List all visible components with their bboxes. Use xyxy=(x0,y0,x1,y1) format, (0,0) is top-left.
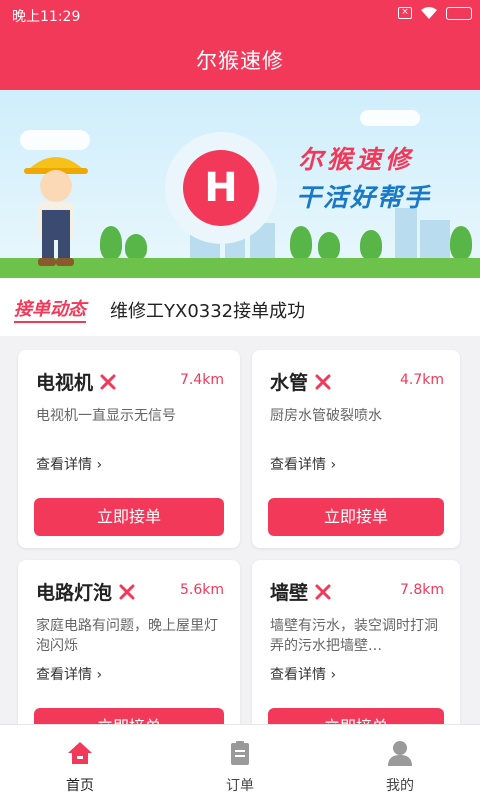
card-distance: 7.8km xyxy=(399,582,444,598)
order-card[interactable]: 电路灯泡 5.6km 家庭电路有问题，晚上屋里灯泡闪烁 查看详情 › 立即接单 xyxy=(18,560,240,724)
order-card[interactable]: 墙壁 7.8km 墙壁有污水，装空调时打洞弄的污水把墙壁… 查看详情 › 立即接… xyxy=(252,560,460,724)
card-title: 水管 xyxy=(270,372,309,394)
order-card[interactable]: 电视机 7.4km 电视机一直显示无信号 查看详情 › 立即接单 xyxy=(18,350,240,548)
card-description: 墙壁有污水，装空调时打洞弄的污水把墙壁… xyxy=(270,618,438,654)
tools-icon xyxy=(315,584,331,599)
accept-order-button[interactable]: 立即接单 xyxy=(34,708,224,724)
card-distance: 7.4km xyxy=(179,372,224,388)
banner-brand-text: 尔猴速修 xyxy=(298,145,415,174)
card-distance: 4.7km xyxy=(399,372,444,388)
home-icon xyxy=(68,742,92,764)
logo-icon: H xyxy=(183,150,259,226)
tools-icon xyxy=(100,374,116,389)
promo-banner[interactable]: H 尔猴速修 干活好帮手 xyxy=(0,90,480,278)
worker-illustration xyxy=(24,157,88,266)
order-card-list[interactable]: 电视机 7.4km 电视机一直显示无信号 查看详情 › 立即接单 水管 4.7k… xyxy=(0,336,480,724)
tab-orders[interactable]: 订单 xyxy=(160,725,320,800)
sim-error-icon: × xyxy=(398,7,412,19)
card-description: 厨房水管破裂喷水 xyxy=(270,408,382,424)
tree-shape xyxy=(450,226,472,260)
tree-shape xyxy=(100,226,122,260)
ticker-message: 维修工YX0332接单成功 xyxy=(110,301,306,322)
tree-shape xyxy=(360,230,382,260)
card-title-row: 墙壁 xyxy=(270,578,332,605)
status-time: 晚上11:29 xyxy=(12,9,81,25)
order-ticker: 接单动态 维修工YX0332接单成功 xyxy=(0,278,480,336)
card-title-row: 电路灯泡 xyxy=(36,578,136,605)
card-title: 电视机 xyxy=(36,372,94,394)
view-details-link[interactable]: 查看详情 › xyxy=(36,454,102,474)
tab-label: 我的 xyxy=(386,778,414,794)
card-title: 电路灯泡 xyxy=(36,582,113,604)
order-card[interactable]: 水管 4.7km 厨房水管破裂喷水 查看详情 › 立即接单 xyxy=(252,350,460,548)
card-distance: 5.6km xyxy=(179,582,224,598)
status-bar: 晚上11:29 × xyxy=(0,0,480,30)
clipboard-icon xyxy=(231,741,249,765)
card-description: 家庭电路有问题，晚上屋里灯泡闪烁 xyxy=(36,618,218,654)
cloud-shape xyxy=(360,110,420,126)
card-title: 墙壁 xyxy=(270,582,309,604)
tab-home[interactable]: 首页 xyxy=(0,725,160,800)
user-icon xyxy=(388,741,412,766)
card-title-row: 电视机 xyxy=(36,368,117,395)
view-details-link[interactable]: 查看详情 › xyxy=(270,454,336,474)
banner-slogan-text: 干活好帮手 xyxy=(296,183,432,212)
building-shape xyxy=(395,208,417,258)
tree-shape xyxy=(318,232,340,260)
building-shape xyxy=(420,220,450,258)
tree-shape xyxy=(290,226,312,260)
app-title: 尔猴速修 xyxy=(196,49,284,73)
status-icons: × xyxy=(398,6,472,20)
app-bar: 尔猴速修 xyxy=(0,30,480,90)
battery-charging-icon xyxy=(446,6,472,20)
tools-icon xyxy=(315,374,331,389)
view-details-link[interactable]: 查看详情 › xyxy=(270,664,336,684)
accept-order-button[interactable]: 立即接单 xyxy=(268,708,444,724)
tools-icon xyxy=(119,584,135,599)
tree-shape xyxy=(125,234,147,260)
tab-label: 订单 xyxy=(226,778,254,794)
view-details-link[interactable]: 查看详情 › xyxy=(36,664,102,684)
ticker-tag: 接单动态 xyxy=(14,295,86,323)
tab-label: 首页 xyxy=(66,778,94,794)
wifi-icon xyxy=(421,7,437,19)
bottom-tab-bar: 首页 订单 我的 xyxy=(0,724,480,800)
card-description: 电视机一直显示无信号 xyxy=(36,408,176,424)
tab-profile[interactable]: 我的 xyxy=(320,725,480,800)
accept-order-button[interactable]: 立即接单 xyxy=(34,498,224,536)
accept-order-button[interactable]: 立即接单 xyxy=(268,498,444,536)
card-title-row: 水管 xyxy=(270,368,332,395)
